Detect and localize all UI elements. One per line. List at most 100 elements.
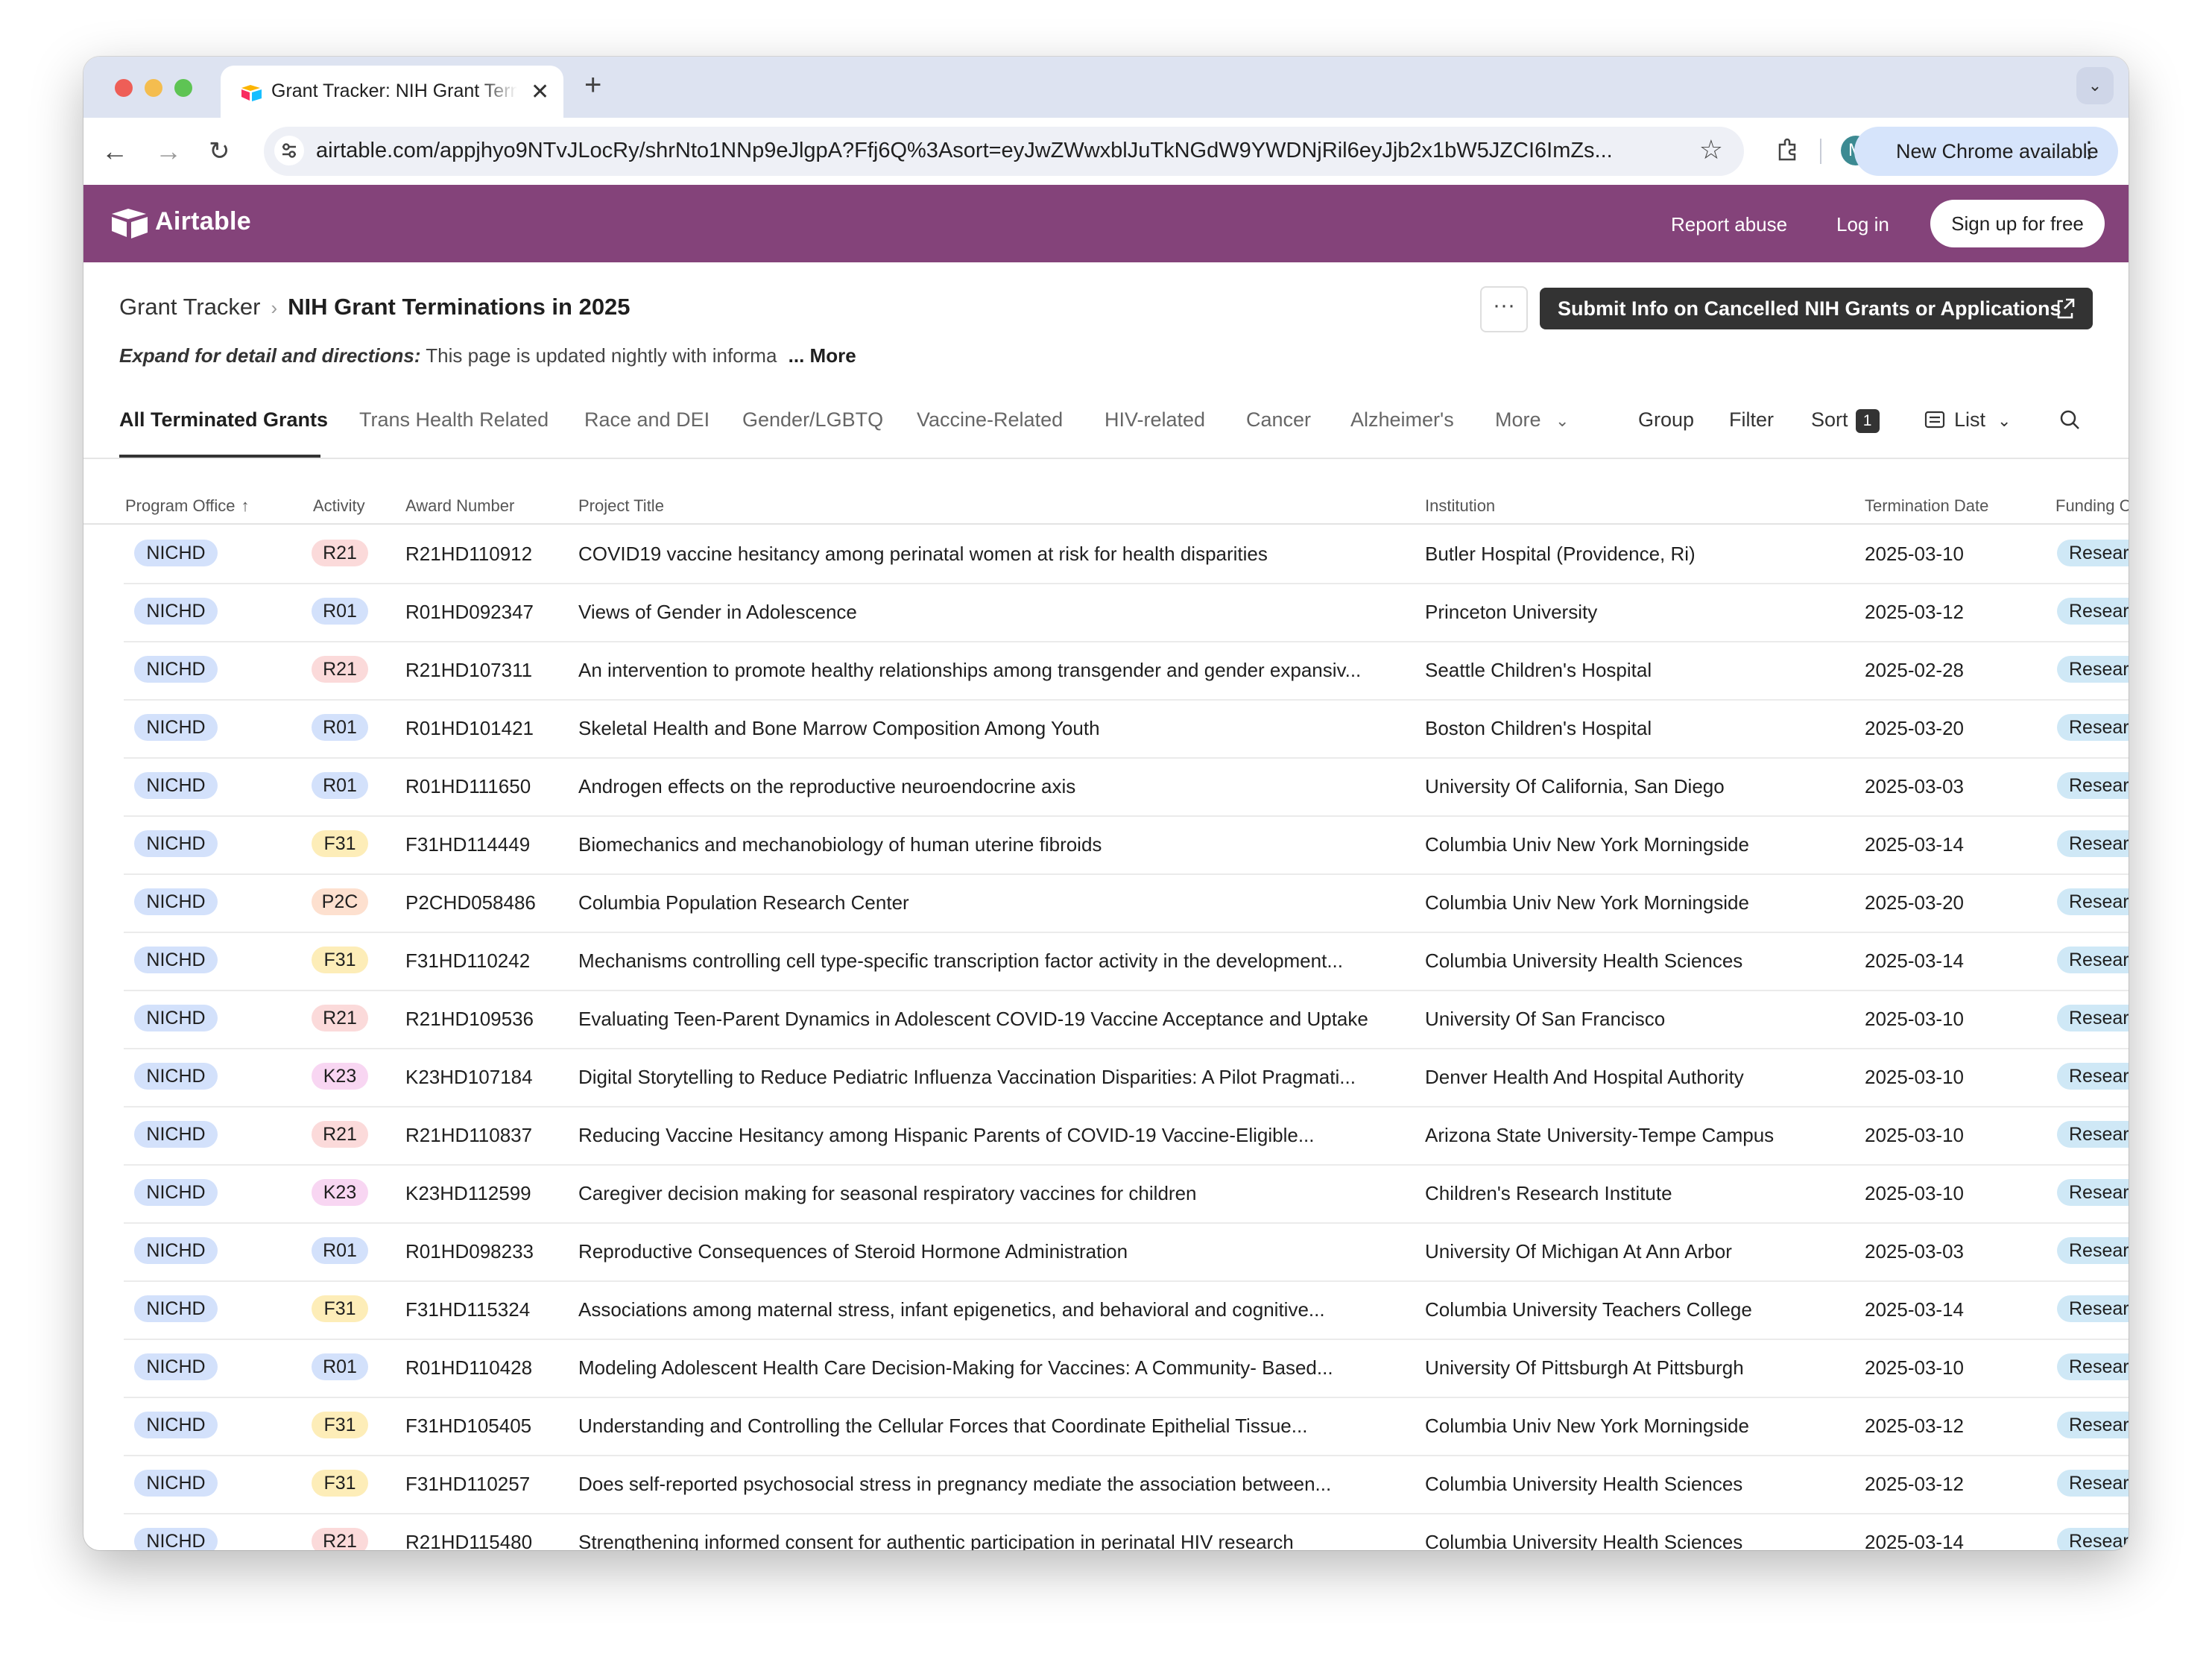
table-row[interactable]: NICHD F31 F31HD105405 Understanding and Con… — [124, 1397, 2129, 1456]
tab-vaccine-related[interactable]: Vaccine-Related — [917, 408, 1063, 432]
tab-more[interactable]: More ⌄ — [1495, 408, 1569, 432]
description-more-link[interactable]: ... More — [789, 344, 856, 367]
project-title-cell: Androgen effects on the reproductive neu… — [578, 775, 1076, 797]
column-header-termination-date[interactable]: Termination Date — [1865, 496, 1988, 516]
funding-category-pill: Resear — [2057, 1528, 2129, 1550]
log-in-link[interactable]: Log in — [1836, 213, 1889, 236]
project-title-cell: Biomechanics and mechanobiology of human… — [578, 833, 1102, 856]
project-title-cell: COVID19 vaccine hesitancy among perinata… — [578, 543, 1268, 565]
tab-strip: Grant Tracker: NIH Grant Terminations in… — [83, 57, 2129, 118]
tab-trans-health-related[interactable]: Trans Health Related — [359, 408, 549, 432]
view-tabs-bar: All Terminated Grants Trans Health Relat… — [83, 385, 2129, 459]
close-window-button[interactable] — [115, 79, 133, 97]
airtable-favicon-icon — [241, 85, 262, 101]
project-title-cell: Evaluating Teen-Parent Dynamics in Adole… — [578, 1008, 1368, 1030]
table-row[interactable]: NICHD F31 F31HD110242 Mechanisms controllin… — [124, 932, 2129, 991]
termination-date-cell: 2025-03-10 — [1865, 1356, 1964, 1379]
list-view-button[interactable]: List ⌄ — [1924, 408, 2011, 432]
award-number-cell: R01HD111650 — [405, 775, 531, 797]
filter-button[interactable]: Filter — [1729, 408, 1774, 432]
institution-cell: Children's Research Institute — [1425, 1182, 1672, 1204]
activity-pill: R01 — [312, 1353, 368, 1380]
award-number-cell: R21HD109536 — [405, 1008, 534, 1030]
table-row[interactable]: NICHD R21 R21HD115480 Strengthening informe… — [124, 1513, 2129, 1550]
tab-close-icon[interactable]: ✕ — [531, 79, 549, 105]
termination-date-cell: 2025-03-12 — [1865, 1415, 1964, 1437]
group-button[interactable]: Group — [1638, 408, 1694, 432]
funding-category-pill: Resear — [2057, 1237, 2129, 1264]
column-header-project-title[interactable]: Project Title — [578, 496, 664, 516]
tab-search-chevron-icon[interactable]: ⌄ — [2076, 67, 2114, 104]
back-arrow-icon[interactable]: ← — [101, 133, 128, 170]
table-row[interactable]: NICHD R01 R01HD098233 Reproductive Conseque… — [124, 1222, 2129, 1282]
submit-info-button[interactable]: Submit Info on Cancelled NIH Grants or A… — [1540, 288, 2093, 329]
program-office-pill: NICHD — [134, 1121, 218, 1148]
forward-arrow-icon[interactable]: → — [155, 133, 182, 170]
program-office-pill: NICHD — [134, 772, 218, 799]
breadcrumb-root[interactable]: Grant Tracker — [119, 294, 261, 320]
column-header-institution[interactable]: Institution — [1425, 496, 1495, 516]
active-tab-underline — [119, 455, 320, 458]
table-row[interactable]: NICHD R01 R01HD110428 Modeling Adolescent H… — [124, 1339, 2129, 1398]
table-row[interactable]: NICHD K23 K23HD107184 Digital Storytelling … — [124, 1048, 2129, 1108]
tab-all-terminated-grants[interactable]: All Terminated Grants — [119, 408, 328, 432]
table-row[interactable]: NICHD F31 F31HD110257 Does self-reported ps… — [124, 1455, 2129, 1514]
minimize-window-button[interactable] — [145, 79, 162, 97]
termination-date-cell: 2025-03-20 — [1865, 891, 1964, 914]
activity-pill: F31 — [312, 1470, 368, 1497]
project-title-cell: Modeling Adolescent Health Care Decision… — [578, 1356, 1333, 1379]
funding-category-pill: Resear — [2057, 656, 2129, 683]
tab-cancer[interactable]: Cancer — [1246, 408, 1311, 432]
column-header-award-number[interactable]: Award Number — [405, 496, 514, 516]
column-header-activity[interactable]: Activity — [313, 496, 365, 516]
table-row[interactable]: NICHD R21 R21HD110912 COVID19 vaccine hesit… — [124, 525, 2129, 584]
program-office-pill: NICHD — [134, 830, 218, 857]
extensions-puzzle-icon[interactable] — [1774, 137, 1801, 164]
funding-category-pill: Resear — [2057, 1005, 2129, 1031]
table-row[interactable]: NICHD R21 R21HD110837 Reducing Vaccine Hesi… — [124, 1106, 2129, 1166]
institution-cell: Boston Children's Hospital — [1425, 717, 1652, 739]
table-row[interactable]: NICHD F31 F31HD114449 Biomechanics and mech… — [124, 815, 2129, 875]
new-tab-button[interactable]: + — [584, 70, 601, 100]
browser-tab[interactable]: Grant Tracker: NIH Grant Terminations in… — [221, 66, 563, 118]
kebab-menu-icon[interactable]: ⋮ — [2078, 137, 2100, 163]
column-header-funding[interactable]: Funding C — [2055, 496, 2129, 516]
institution-cell: Columbia Univ New York Morningside — [1425, 1415, 1749, 1437]
sign-up-button[interactable]: Sign up for free — [1930, 200, 2105, 247]
tab-alzheimers[interactable]: Alzheimer's — [1350, 408, 1454, 432]
table-row[interactable]: NICHD F31 F31HD115324 Associations among ma… — [124, 1280, 2129, 1340]
tab-race-and-dei[interactable]: Race and DEI — [584, 408, 710, 432]
table-row[interactable]: NICHD R21 R21HD107311 An intervention to pr… — [124, 641, 2129, 701]
site-settings-icon[interactable] — [274, 136, 304, 165]
funding-category-pill: Resear — [2057, 947, 2129, 973]
tab-hiv-related[interactable]: HIV-related — [1105, 408, 1205, 432]
termination-date-cell: 2025-03-10 — [1865, 543, 1964, 565]
sort-button[interactable]: Sort 1 — [1811, 408, 1880, 433]
funding-category-pill: Resear — [2057, 1295, 2129, 1322]
page-description: Expand for detail and directions: This p… — [119, 344, 856, 367]
report-abuse-link[interactable]: Report abuse — [1671, 213, 1787, 236]
bookmark-star-icon[interactable]: ☆ — [1699, 134, 1723, 165]
airtable-logo-icon[interactable] — [112, 207, 149, 240]
airtable-logo-text[interactable]: Airtable — [155, 207, 251, 236]
award-number-cell: R21HD110912 — [405, 543, 533, 565]
reload-icon[interactable]: ↻ — [209, 133, 230, 170]
table-row[interactable]: NICHD R01 R01HD092347 Views of Gender in Ad… — [124, 583, 2129, 642]
table-row[interactable]: NICHD R01 R01HD111650 Androgen effects on t… — [124, 757, 2129, 817]
external-link-icon — [2055, 288, 2075, 344]
more-actions-button[interactable]: ··· — [1480, 286, 1528, 332]
search-icon[interactable] — [2058, 408, 2081, 436]
address-bar[interactable]: airtable.com/appjhyo9NTvJLocRy/shrNto1NN… — [264, 127, 1744, 176]
award-number-cell: F31HD114449 — [405, 833, 531, 856]
table-row[interactable]: NICHD R01 R01HD101421 Skeletal Health and B… — [124, 699, 2129, 759]
table-row[interactable]: NICHD K23 K23HD112599 Caregiver decision ma… — [124, 1164, 2129, 1224]
new-chrome-available-button[interactable]: New Chrome available ⋮ — [1854, 127, 2118, 176]
column-header-program-office[interactable]: Program Office ↑ — [125, 496, 250, 516]
termination-date-cell: 2025-03-12 — [1865, 601, 1964, 623]
maximize-window-button[interactable] — [174, 79, 192, 97]
tab-gender-lgbtq[interactable]: Gender/LGBTQ — [742, 408, 883, 432]
funding-category-pill: Resear — [2057, 1353, 2129, 1380]
program-office-pill: NICHD — [134, 1412, 218, 1438]
table-row[interactable]: NICHD R21 R21HD109536 Evaluating Teen-Paren… — [124, 990, 2129, 1049]
table-row[interactable]: NICHD P2C P2CHD058486 Columbia Population R… — [124, 873, 2129, 933]
